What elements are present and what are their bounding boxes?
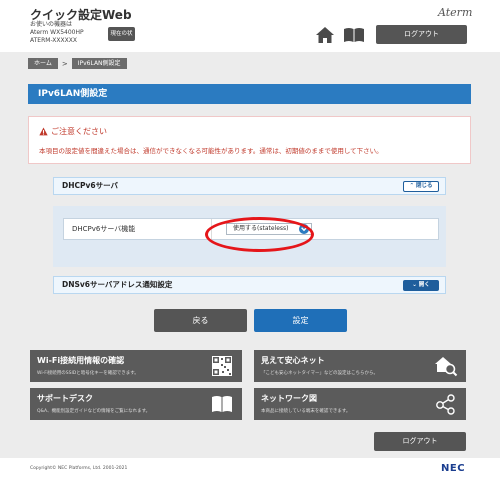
dhcpv6-section-title: DHCPv6サーバ	[62, 181, 119, 190]
warning-icon	[39, 127, 48, 136]
highlight-circle	[205, 217, 314, 252]
network-map-tile[interactable]: ネットワーク図 本商品に接続している端末を確認できます。	[254, 388, 466, 420]
tile-description: Wi-Fi接続用のSSIDと暗号化キーを確認できます。	[37, 371, 139, 376]
tile-description: 「こども安心ネットタイマー」などの設定はこちらから。	[261, 371, 378, 376]
dnsv6-open-toggle[interactable]: ⌄ 開く	[403, 280, 439, 291]
support-desk-tile[interactable]: サポートデスク Q&A、機能別設定ガイドなどの情報をご覧になれます。	[30, 388, 242, 420]
dnsv6-section-title: DNSv6サーバアドレス通知設定	[62, 280, 173, 289]
network-nodes-icon	[436, 394, 455, 415]
dhcpv6-close-toggle[interactable]: ⌃ 閉じる	[403, 181, 439, 192]
current-status-button[interactable]: 現在の状態	[108, 27, 135, 51]
nec-logo: NEC	[441, 463, 466, 474]
manual-book-icon[interactable]	[343, 27, 365, 43]
tile-title: Wi-Fi接続用情報の確認	[37, 356, 125, 365]
book-icon	[212, 396, 232, 412]
notice-heading-text: ご注意ください	[51, 127, 107, 136]
set-button[interactable]: 設定	[254, 309, 347, 332]
chevron-up-icon: ⌃	[409, 183, 415, 189]
logout-button[interactable]: ログアウト	[376, 25, 467, 44]
device-info: お使いの機器は Aterm WX5400HP ATERM-XXXXXX	[30, 21, 84, 45]
page-title: IPv6LAN側設定	[28, 84, 471, 104]
back-button[interactable]: 戻る	[154, 309, 247, 332]
breadcrumb-home-link[interactable]: ホーム	[28, 58, 58, 69]
house-magnifier-icon	[435, 357, 458, 377]
breadcrumb-separator: >	[61, 59, 68, 68]
page: クイック設定Web お使いの機器は Aterm WX5400HP ATERM-X…	[0, 0, 500, 497]
tile-title: ネットワーク図	[261, 394, 317, 403]
footer-logout-button[interactable]: ログアウト	[374, 432, 466, 451]
home-icon[interactable]	[315, 26, 335, 44]
tile-title: 見えて安心ネット	[261, 356, 325, 365]
mieteanshin-net-tile[interactable]: 見えて安心ネット 「こども安心ネットタイマー」などの設定はこちらから。	[254, 350, 466, 382]
tile-description: Q&A、機能別設定ガイドなどの情報をご覧になれます。	[37, 409, 151, 414]
chevron-down-icon: ⌄	[412, 282, 417, 288]
dhcpv6-section-header: DHCPv6サーバ ⌃ 閉じる	[53, 177, 446, 195]
device-model: Aterm WX5400HP	[30, 29, 84, 36]
copyright: Copyright© NEC Platforms, Ltd. 2001-2021	[30, 466, 128, 471]
dnsv6-section-header: DNSv6サーバアドレス通知設定 ⌄ 開く	[53, 276, 446, 294]
warning-notice: ご注意ください 本項目の設定値を間違えた場合は、通信ができなくなる可能性がありま…	[28, 116, 471, 164]
footer	[0, 458, 500, 497]
aterm-logo: Aterm	[438, 6, 473, 19]
dhcpv6-server-function-label: DHCPv6サーバ機能	[72, 225, 136, 233]
device-info-line: お使いの機器は	[30, 21, 73, 28]
notice-heading: ご注意ください	[39, 126, 107, 137]
tile-description: 本商品に接続している端末を確認できます。	[261, 409, 351, 414]
notice-text: 本項目の設定値を間違えた場合は、通信ができなくなる可能性があります。通常は、初期…	[39, 147, 383, 155]
header: クイック設定Web お使いの機器は Aterm WX5400HP ATERM-X…	[0, 0, 500, 52]
qr-code-icon	[212, 356, 232, 376]
close-toggle-label: 閉じる	[416, 183, 433, 189]
device-id: ATERM-XXXXXX	[30, 37, 77, 44]
wifi-info-tile[interactable]: Wi-Fi接続用情報の確認 Wi-Fi接続用のSSIDと暗号化キーを確認できます…	[30, 350, 242, 382]
breadcrumb-current: IPv6LAN側設定	[71, 58, 127, 69]
open-toggle-label: 開く	[418, 282, 430, 288]
tile-title: サポートデスク	[37, 394, 93, 403]
breadcrumb: ホーム > IPv6LAN側設定	[28, 58, 127, 69]
